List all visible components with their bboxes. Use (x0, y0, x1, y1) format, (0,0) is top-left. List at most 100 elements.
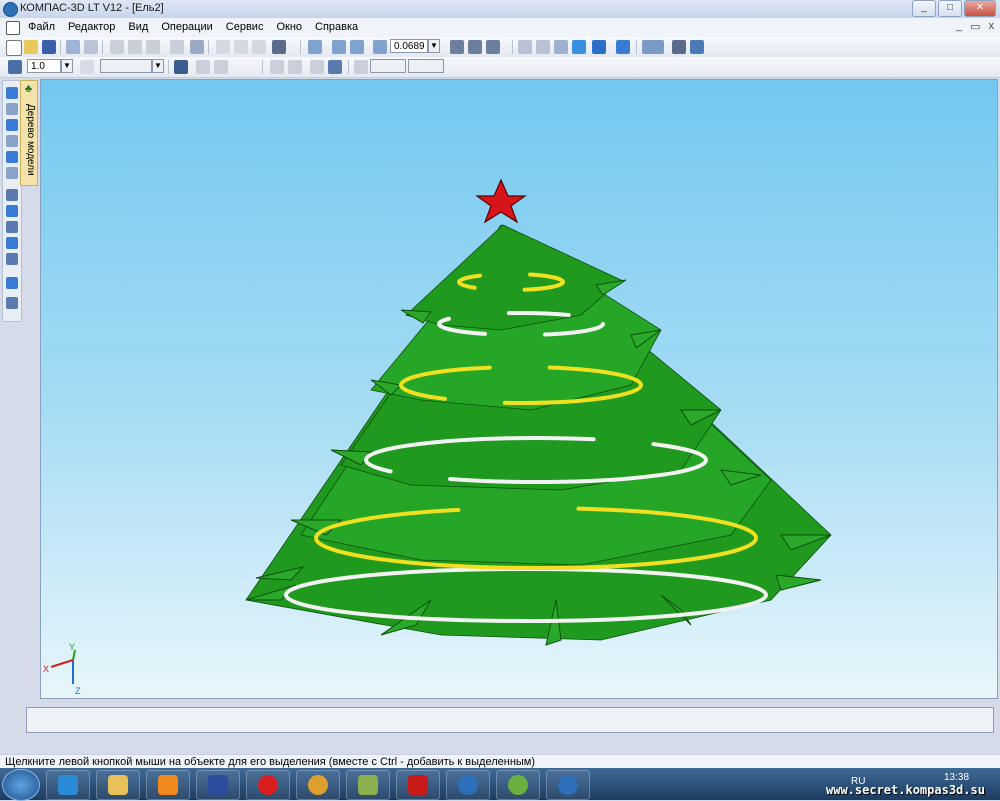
zoom-in-icon[interactable] (332, 40, 346, 54)
curve-icon[interactable] (6, 277, 18, 289)
menu-operations[interactable]: Операции (161, 21, 212, 33)
grid-step-icon[interactable] (8, 60, 22, 74)
properties-panel (26, 707, 994, 733)
taskbar-app10[interactable] (496, 770, 540, 800)
orthogonal-icon[interactable] (174, 60, 188, 74)
kompas-icon (458, 775, 478, 795)
editing-icon[interactable] (6, 87, 18, 99)
menu-window[interactable]: Окно (276, 21, 302, 33)
libraries-icon[interactable] (672, 40, 686, 54)
redo-icon[interactable] (234, 40, 248, 54)
variables-icon[interactable] (252, 40, 266, 54)
doc-close-button[interactable]: x (989, 20, 995, 33)
title-bar: КОМПАС-3D LT V12 - [Ель2] _ □ ✕ (0, 0, 1000, 19)
clock[interactable]: 13:38 (944, 772, 969, 783)
hidden-lines-icon[interactable] (536, 40, 550, 54)
paste-icon[interactable] (146, 40, 160, 54)
wireframe-icon[interactable] (518, 40, 532, 54)
start-button[interactable] (2, 769, 40, 801)
polyline-icon[interactable] (6, 237, 18, 249)
cursor-snap-icon[interactable] (328, 60, 342, 74)
spiral-icon[interactable] (6, 205, 18, 217)
layer-field (100, 59, 152, 73)
floppy-icon (208, 775, 228, 795)
cut-icon[interactable] (110, 40, 124, 54)
round-icon[interactable] (310, 60, 324, 74)
print-preview-icon[interactable] (66, 40, 80, 54)
refresh-icon[interactable] (690, 40, 704, 54)
step-dropdown-icon[interactable]: ▼ (61, 59, 73, 73)
taskbar-opera[interactable] (246, 770, 290, 800)
undo-icon[interactable] (216, 40, 230, 54)
spatial-curves-icon[interactable] (6, 103, 18, 115)
menu-help[interactable]: Справка (315, 21, 358, 33)
minimize-button[interactable]: _ (912, 0, 936, 17)
constraint-icon[interactable] (270, 60, 284, 74)
copy-icon[interactable] (128, 40, 142, 54)
local-cs-icon[interactable] (214, 60, 228, 74)
menu-file[interactable]: Файл (28, 21, 55, 33)
menu-editor[interactable]: Редактор (68, 21, 115, 33)
help-pointer-icon[interactable] (272, 40, 286, 54)
taskbar-media[interactable] (146, 770, 190, 800)
doc-restore-button[interactable]: ▭ (970, 20, 980, 33)
orientation-icon[interactable] (486, 40, 500, 54)
doc-minimize-button[interactable]: _ (956, 20, 962, 33)
shaded-icon[interactable] (572, 40, 586, 54)
coordinates-icon[interactable] (354, 60, 368, 74)
taskbar-kompas-2[interactable] (546, 770, 590, 800)
layer-icon[interactable] (80, 60, 94, 74)
maximize-button[interactable]: □ (938, 0, 962, 17)
model-viewport[interactable]: X Y Z (40, 79, 998, 699)
filter-icon[interactable] (642, 40, 664, 54)
print-icon[interactable] (84, 40, 98, 54)
zoom-out-icon[interactable] (350, 40, 364, 54)
save-icon[interactable] (42, 40, 56, 54)
snap-icon[interactable] (196, 60, 210, 74)
coord-y-field (408, 59, 444, 73)
model-tree-tab[interactable]: ♣ Дерево модели (20, 80, 38, 186)
rotate-icon[interactable] (468, 40, 482, 54)
taskbar-kompas-1[interactable] (446, 770, 490, 800)
perspective-icon[interactable] (616, 40, 630, 54)
close-button[interactable]: ✕ (964, 0, 996, 17)
current-state-toolbar: 1.0 ▼ ▼ (0, 57, 1000, 78)
point-icon[interactable] (6, 189, 18, 201)
spline-icon[interactable] (6, 253, 18, 265)
properties-icon[interactable] (170, 40, 184, 54)
taskbar-ie[interactable] (46, 770, 90, 800)
zoom-dropdown-icon[interactable]: ▼ (428, 39, 440, 53)
manager-icon[interactable] (190, 40, 204, 54)
zoom-scale-icon[interactable] (373, 40, 387, 54)
measure-icon[interactable] (6, 167, 18, 179)
new-document-icon[interactable] (6, 40, 22, 56)
arrays-icon[interactable] (6, 135, 18, 147)
green-app-icon (508, 775, 528, 795)
pan-icon[interactable] (450, 40, 464, 54)
shaded-edges-icon[interactable] (592, 40, 606, 54)
taskbar-explorer[interactable] (96, 770, 140, 800)
taskbar-pdf[interactable] (396, 770, 440, 800)
document-icon[interactable] (6, 21, 20, 35)
step-field[interactable]: 1.0 (27, 59, 61, 73)
taskbar-save[interactable] (196, 770, 240, 800)
menu-view[interactable]: Вид (128, 21, 148, 33)
taskbar-monitor[interactable] (346, 770, 390, 800)
ie-icon (58, 775, 78, 795)
specification-icon[interactable] (6, 297, 18, 309)
surfaces-icon[interactable] (6, 119, 18, 131)
thin-hidden-icon[interactable] (554, 40, 568, 54)
zoom-field[interactable]: 0.0689 (390, 39, 428, 53)
taskbar-app6[interactable] (296, 770, 340, 800)
parametric-icon[interactable] (288, 60, 302, 74)
window-controls: _ □ ✕ (912, 0, 996, 17)
conic-spiral-icon[interactable] (6, 221, 18, 233)
menu-service[interactable]: Сервис (226, 21, 264, 33)
media-player-icon (158, 775, 178, 795)
aux-geometry-icon[interactable] (6, 151, 18, 163)
open-folder-icon[interactable] (24, 40, 38, 54)
folder-icon (108, 775, 128, 795)
kompas-app-icon[interactable] (3, 2, 18, 17)
zoom-window-icon[interactable] (308, 40, 322, 54)
axis-z-label: Z (75, 686, 81, 696)
